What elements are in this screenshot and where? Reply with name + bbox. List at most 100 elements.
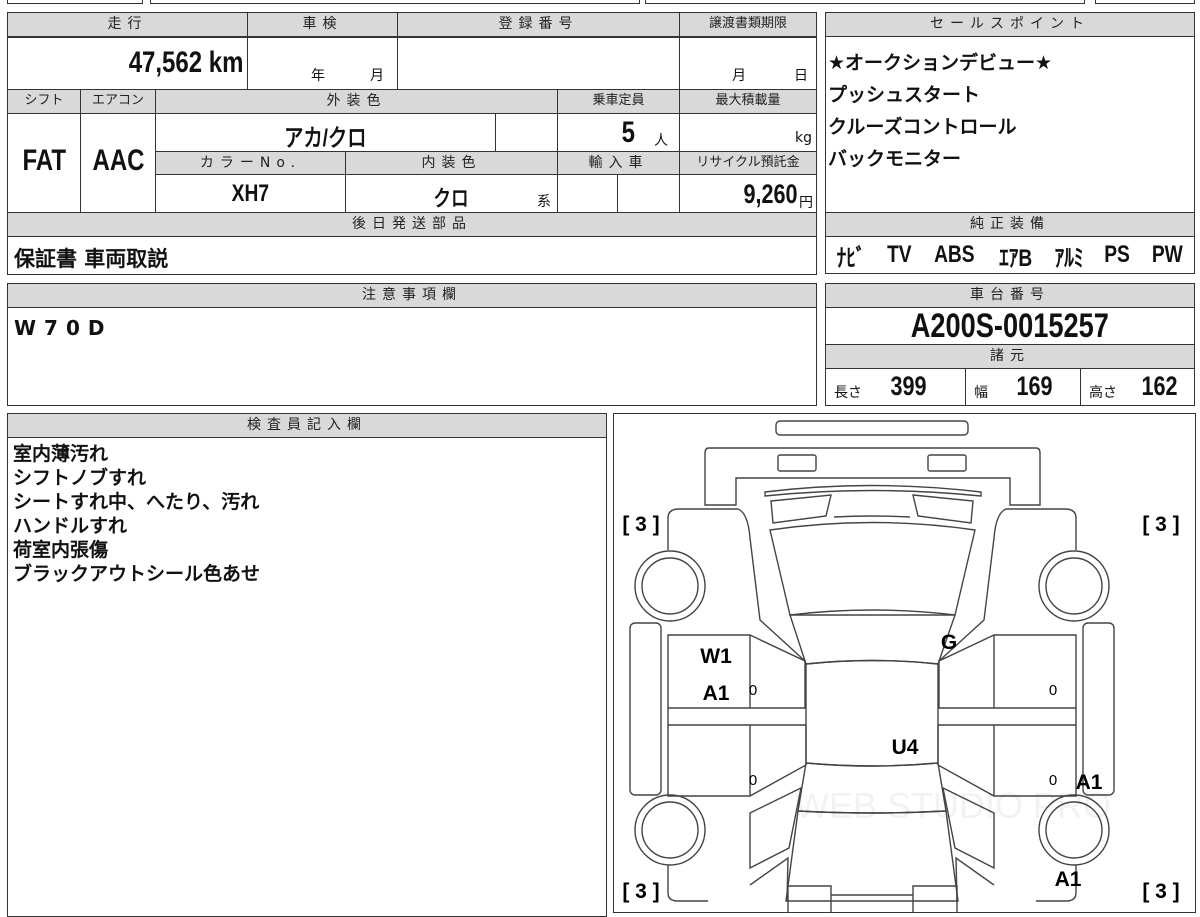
notes-value: W70D (14, 316, 113, 340)
aircon-cell: AAC (80, 113, 156, 213)
mileage-cell: 47,562 km (7, 37, 248, 90)
interior-color-header: 内装色 (345, 151, 558, 175)
deadline-month: 月 (732, 68, 746, 84)
interior-suffix: 系 (537, 194, 551, 210)
recycle-value: 9,260 (743, 179, 798, 209)
top-partial-strip (1095, 0, 1195, 4)
length-label: 長さ (834, 385, 862, 401)
width-cell: 幅 169 (965, 368, 1081, 406)
door-mark: 0 (749, 682, 757, 699)
height-value: 162 (1141, 371, 1178, 401)
inspector-item: シフトノブすれ (13, 467, 147, 489)
inspector-item: シートすれ中、へたり、汚れ (13, 491, 260, 513)
sales-point-item: ★オークションデビュー★ (828, 52, 1053, 74)
import-header: 輸入車 (557, 151, 680, 175)
inspector-item: ブラックアウトシール色あせ (13, 563, 261, 585)
interior-color-value: クロ (433, 186, 470, 211)
top-partial-strip (645, 0, 1085, 4)
capacity-cell: 5 人 (557, 113, 680, 152)
specs-header: 諸元 (825, 344, 1195, 369)
later-parts-value: 保証書 車両取説 (14, 247, 169, 271)
chassis-number: A200S-0015257 (910, 307, 1110, 345)
sales-points-header: セールスポイント (825, 12, 1195, 37)
inspector-list: 室内薄汚れ シフトノブすれ シートすれ中、へたり、汚れ ハンドルすれ 荷室内張傷… (7, 437, 607, 917)
door-mark: 0 (1049, 772, 1057, 789)
watermark: WEB STUDIO PRO (795, 785, 1111, 826)
recycle-header: リサイクル預託金 (679, 151, 817, 175)
length-value: 399 (890, 371, 927, 401)
transfer-deadline-header: 譲渡書類期限 (679, 12, 817, 37)
notes-cell: W70D (7, 307, 817, 406)
equipment-list: ﾅﾋﾞ TV ABS ｴｱB ｱﾙﾐ PS PW (825, 236, 1195, 274)
exterior-color-cell: アカ/クロ (155, 113, 496, 152)
import-cell-2 (617, 174, 680, 213)
inspector-item: ハンドルすれ (13, 515, 128, 537)
deadline-day: 日 (794, 68, 808, 84)
inspection-header: 車検 (247, 12, 398, 37)
width-value: 169 (1016, 371, 1053, 401)
color-no-value: XH7 (231, 180, 270, 207)
capacity-header: 乗車定員 (557, 89, 680, 114)
max-load-header: 最大積載量 (679, 89, 817, 114)
diagram-labels: WEB STUDIO PRO [ 3 ] [ 3 ] [ 3 ] [ 3 ] W… (622, 513, 1179, 903)
height-label: 高さ (1089, 385, 1117, 401)
registration-cell (397, 37, 680, 90)
color-no-header: カラーNo. (155, 151, 346, 175)
sales-point-item: プッシュスタート (828, 84, 981, 106)
tire-tread-front-left: [ 3 ] (622, 513, 659, 536)
damage-mark: A1 (1076, 771, 1103, 794)
damage-diagram: WEB STUDIO PRO [ 3 ] [ 3 ] [ 3 ] [ 3 ] W… (613, 413, 1196, 913)
notes-header: 注意事項欄 (7, 283, 817, 308)
tire-tread-front-right: [ 3 ] (1142, 513, 1179, 536)
capacity-unit: 人 (654, 133, 668, 149)
shift-header: シフト (7, 89, 81, 114)
later-parts-cell: 保証書 車両取説 (7, 236, 817, 275)
equipment-item: ｴｱB (998, 244, 1032, 272)
door-mark: 0 (1049, 682, 1057, 699)
color-no-cell: XH7 (155, 174, 346, 213)
damage-mark: G (941, 631, 957, 654)
sales-point-item: バックモニター (828, 148, 962, 170)
exterior-color-header: 外装色 (155, 89, 558, 114)
exterior-color-value: アカ/クロ (284, 125, 367, 152)
equipment-item: PW (1151, 241, 1183, 268)
exterior-color-extra-cell (495, 113, 558, 152)
registration-header: 登録番号 (397, 12, 680, 37)
deadline-cell: 月 日 (679, 37, 817, 90)
equipment-header: 純正装備 (825, 212, 1195, 237)
mileage-value: 47,562 km (128, 46, 243, 79)
equipment-item: PS (1104, 241, 1131, 268)
inspector-item: 室内薄汚れ (13, 443, 109, 465)
damage-mark: A1 (703, 682, 730, 705)
sales-points-list: ★オークションデビュー★ プッシュスタート クルーズコントロール バックモニター (825, 36, 1195, 213)
shift-value: FAT (22, 144, 66, 177)
chassis-header: 車台番号 (825, 283, 1195, 308)
inspection-year: 年 (311, 68, 325, 84)
sales-point-item: クルーズコントロール (828, 116, 1017, 138)
interior-color-cell: クロ 系 (345, 174, 558, 213)
aircon-value: AAC (92, 144, 144, 177)
damage-mark: U4 (892, 736, 919, 759)
top-partial-strip (7, 0, 143, 4)
damage-mark: W1 (700, 645, 732, 668)
height-cell: 高さ 162 (1080, 368, 1195, 406)
width-label: 幅 (974, 385, 988, 401)
door-mark: 0 (749, 772, 757, 789)
aircon-header: エアコン (80, 89, 156, 114)
max-load-unit: kg (795, 130, 812, 146)
equipment-item: ﾅﾋﾞ (836, 244, 866, 272)
inspector-header: 検査員記入欄 (7, 413, 607, 438)
equipment-item: TV (887, 241, 912, 268)
later-parts-header: 後日発送部品 (7, 212, 817, 237)
inspector-item: 荷室内張傷 (13, 539, 109, 561)
inspection-cell: 年 月 (247, 37, 398, 90)
capacity-value: 5 (621, 116, 636, 149)
equipment-item: ｱﾙﾐ (1054, 244, 1084, 272)
chassis-cell: A200S-0015257 (825, 307, 1195, 345)
import-cell-1 (557, 174, 618, 213)
length-cell: 長さ 399 (825, 368, 966, 406)
inspection-month: 月 (370, 68, 384, 84)
damage-mark: A1 (1055, 868, 1082, 891)
top-partial-strip (150, 0, 640, 4)
equipment-item: ABS (934, 241, 975, 268)
